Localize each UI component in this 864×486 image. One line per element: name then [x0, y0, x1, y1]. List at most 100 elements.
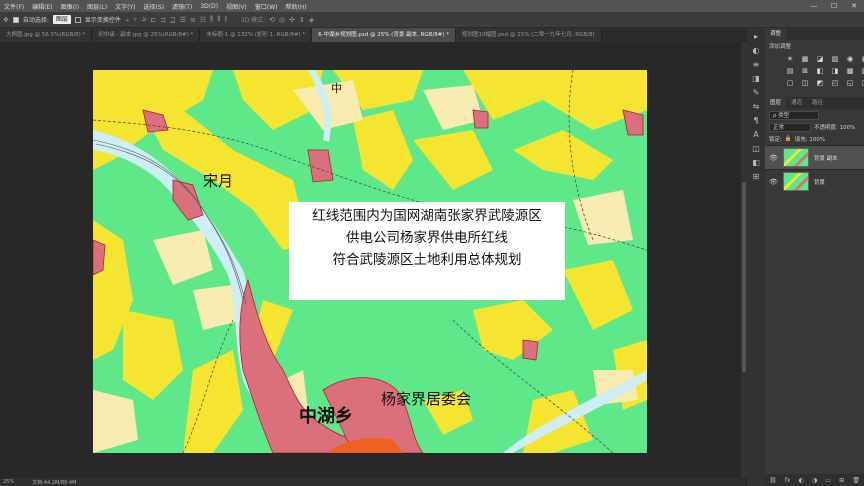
add-adjustment-label: 添加调整 [769, 44, 792, 50]
close-icon[interactable]: ✕ [844, 2, 864, 10]
mask-icon[interactable]: ◐ [799, 477, 804, 484]
3d-scale-icon[interactable]: ◈ [309, 16, 314, 24]
threshold-icon[interactable]: ◫ [800, 79, 810, 88]
brush-icon[interactable]: ✎ [753, 88, 760, 98]
new-layer-icon[interactable]: ⊞ [839, 477, 844, 484]
posterize-icon[interactable]: ▢ [785, 79, 795, 88]
layer-kind-dropdown[interactable]: ρ 类型 [769, 110, 819, 120]
zoom-level[interactable]: 25% [3, 479, 14, 485]
layer-name: 背景 [813, 179, 825, 186]
gradient-map-icon[interactable]: ◩ [815, 79, 825, 88]
layer-row-background[interactable]: 👁 背景 [765, 169, 864, 193]
eye-icon[interactable]: 👁 [769, 154, 778, 162]
hdr-icon[interactable]: ◲ [860, 79, 864, 88]
brightness-icon[interactable]: ☀ [785, 55, 795, 64]
menu-window[interactable]: 窗口(W) [251, 2, 282, 11]
menu-edit[interactable]: 编辑(E) [28, 2, 56, 11]
tab-adjustments[interactable]: 调整 [765, 28, 787, 40]
tab-layers[interactable]: 图层 [765, 97, 787, 109]
tab-channels[interactable]: 通道 [786, 97, 807, 109]
menu-select[interactable]: 选择(S) [139, 2, 168, 11]
move-tool-icon[interactable]: ✥ [3, 16, 9, 24]
channel-mixer-icon[interactable]: ◨ [830, 67, 840, 76]
hue-icon[interactable]: ▣ [860, 55, 864, 64]
3d-rotate-icon[interactable]: ⟲ [269, 16, 275, 24]
tab-doc-4[interactable]: 6-中湖乡规划图.psd @ 25% (背景 副本, RGB/8#) * [312, 28, 457, 42]
distribute-top-icon[interactable]: ☰ [180, 16, 186, 24]
align-left-icon[interactable]: ⊏ [150, 16, 156, 24]
menu-filter[interactable]: 滤镜(T) [168, 2, 196, 11]
tab-doc-5[interactable]: 规划图10幅图.psd @ 25% (二零一九年七月, RGB/8) [456, 28, 602, 42]
3d-roll-icon[interactable]: ◎ [279, 16, 285, 24]
vibrance-icon[interactable]: ◉ [845, 55, 855, 64]
menu-file[interactable]: 文件(F) [0, 2, 28, 11]
distribute-middle-icon[interactable]: ≡ [190, 16, 196, 24]
transfer-icon[interactable]: ⇋ [753, 102, 760, 112]
color-balance-icon[interactable]: ▤ [785, 67, 795, 76]
curves-icon[interactable]: ◪ [815, 55, 825, 64]
align-hcenter-icon[interactable]: ⊐ [160, 16, 166, 24]
layer-thumbnail [782, 172, 809, 191]
layer-style-icon[interactable]: fx [785, 477, 791, 484]
color-icon[interactable]: ◐ [753, 46, 760, 56]
layer-panel-footer: ⛓ fx ◐ ◑ ▭ ⊞ 🗑 [765, 474, 864, 486]
menu-view[interactable]: 视图(V) [222, 2, 251, 11]
scrollbar-thumb[interactable] [742, 182, 746, 372]
black-white-icon[interactable]: ⊠ [800, 67, 810, 76]
adjustment-layer-icon[interactable]: ◑ [812, 477, 817, 484]
annotation-note: 红线范围内为国网湖南张家界武陵源区 供电公司杨家界供电所红线 符合武陵源区土地利… [289, 202, 565, 300]
menu-type[interactable]: 文字(Y) [111, 2, 139, 11]
distribute-right-icon[interactable]: ⫾ [225, 15, 227, 24]
menu-image[interactable]: 图像(I) [57, 2, 83, 11]
history-icon[interactable]: ◧ [752, 158, 760, 168]
play-icon[interactable]: ▸ [754, 32, 758, 42]
tab-doc-2[interactable]: 初中级 - 副本.jpg @ 25%(RGB/8#) * [92, 28, 201, 42]
align-vcenter-icon[interactable]: ⫟ [133, 15, 137, 24]
color-lookup-icon[interactable]: ▩ [845, 67, 855, 76]
opacity-control[interactable]: 不透明度: 100% [814, 123, 860, 131]
exposure-icon[interactable]: ▨ [830, 55, 840, 64]
layer-row-background-copy[interactable]: 👁 背景 副本 [765, 145, 864, 169]
character-icon[interactable]: A [753, 130, 758, 140]
auto-select-checkbox[interactable] [12, 16, 19, 23]
3d-drag-icon[interactable]: ✣ [289, 16, 295, 24]
window-controls: — ☐ ✕ [804, 2, 864, 10]
transform-controls-checkbox[interactable] [74, 16, 81, 23]
grid-icon[interactable]: ⊞ [753, 172, 760, 182]
tab-doc-1[interactable]: 大桐图.jpg @ 56.5%(RGB/8) * [0, 28, 93, 42]
menu-layer[interactable]: 图层(L) [83, 2, 111, 11]
distribute-center-icon[interactable]: ⦀ [217, 15, 220, 24]
distribute-left-icon[interactable]: ⫼ [210, 15, 213, 24]
selective-color-icon[interactable]: ◰ [830, 79, 840, 88]
minimize-icon[interactable]: — [804, 2, 824, 10]
shadows-icon[interactable]: ◱ [845, 79, 855, 88]
libraries-icon[interactable]: ◫ [752, 144, 760, 154]
align-top-icon[interactable]: ⫠ [125, 15, 129, 24]
auto-select-dropdown[interactable]: 图层 [52, 15, 71, 24]
trash-icon[interactable]: 🗑 [852, 477, 860, 484]
tab-paths[interactable]: 路径 [807, 97, 828, 109]
blend-mode-dropdown[interactable]: 正常 [769, 122, 811, 132]
group-icon[interactable]: ▭ [825, 477, 831, 484]
tab-doc-3[interactable]: 未标题-1 @ 132% (矩形 1, RGB/8#) * [200, 28, 313, 42]
document-canvas[interactable]: 红线范围内为国网湖南张家界武陵源区 供电公司杨家界供电所红线 符合武陵源区土地利… [93, 70, 647, 453]
invert-icon[interactable]: ▥ [860, 67, 864, 76]
fill-control[interactable]: 填充: 100% [795, 135, 835, 143]
menu-help[interactable]: 帮助(H) [282, 2, 311, 11]
align-right-icon[interactable]: ⊒ [170, 16, 176, 24]
eye-icon[interactable]: 👁 [769, 178, 778, 186]
maximize-icon[interactable]: ☐ [824, 2, 844, 10]
menu-3d[interactable]: 3D(D) [196, 3, 222, 10]
paragraph-icon[interactable]: ¶ [753, 116, 758, 126]
photo-filter-icon[interactable]: ◧ [815, 67, 825, 76]
map-label-zhonghuxiang: 中湖乡 [299, 406, 353, 427]
swatches-icon[interactable]: ◨ [752, 74, 760, 84]
levels-icon[interactable]: ▦ [800, 55, 810, 64]
3d-slide-icon[interactable]: ⇕ [299, 16, 305, 24]
distribute-bottom-icon[interactable]: ☷ [200, 16, 206, 24]
properties-icon[interactable]: ≡ [753, 60, 760, 70]
align-bottom-icon[interactable]: ⫡ [141, 15, 146, 24]
link-layers-icon[interactable]: ⛓ [769, 477, 777, 484]
panel-icon-strip: ▸ ◐ ≡ ◨ ✎ ⇋ ¶ A ◫ ◧ ⊞ [747, 28, 765, 486]
lock-icon[interactable]: 🔒 [785, 136, 792, 142]
